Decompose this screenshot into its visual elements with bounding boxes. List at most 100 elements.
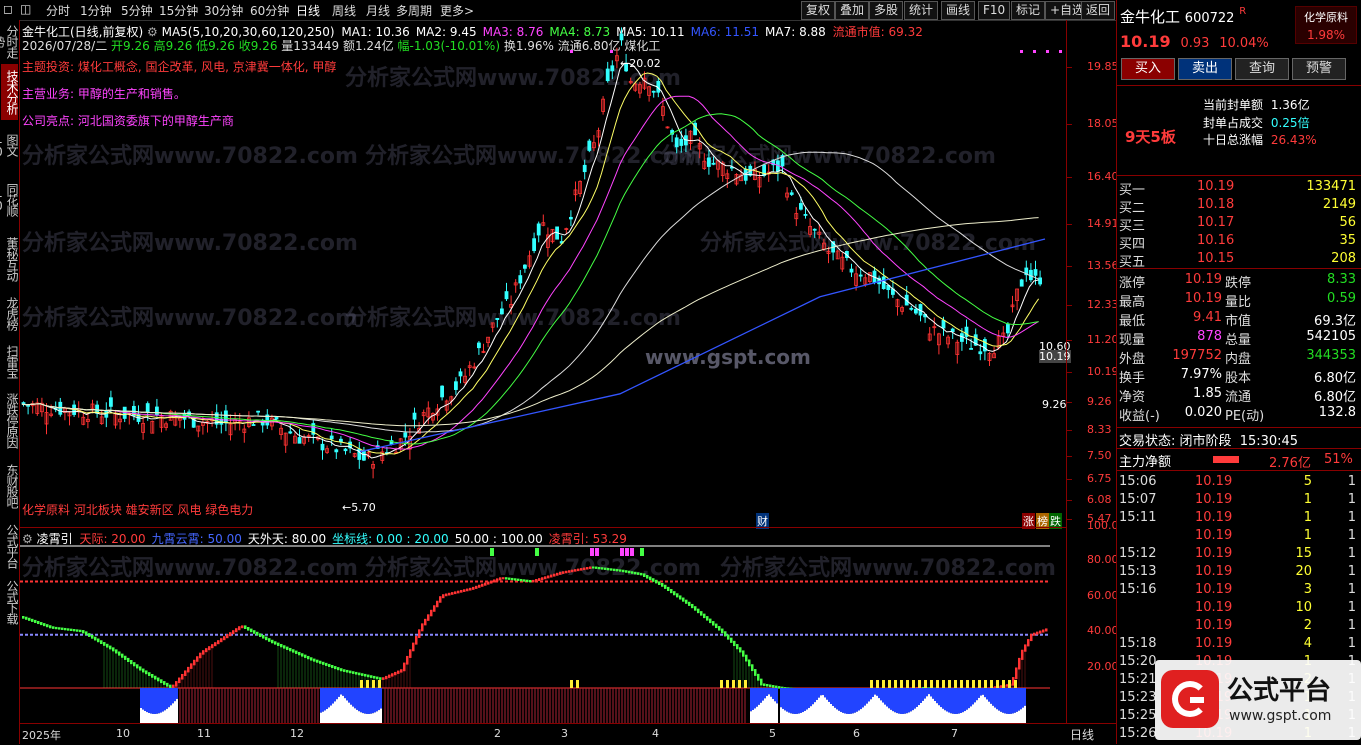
indicator-bar <box>235 628 238 633</box>
left-nav-item[interactable]: 涨跌停原因 <box>1 386 19 454</box>
white-bar <box>322 711 324 723</box>
left-nav-item[interactable]: 同花顺10 <box>0 170 19 228</box>
indicator-bar <box>610 568 613 571</box>
indicator-bar <box>511 577 514 581</box>
white-bar <box>164 710 166 723</box>
tick-price: 10.19 <box>1195 528 1233 543</box>
candlestick <box>398 437 403 452</box>
blue-bar <box>882 688 884 703</box>
white-bar <box>936 703 938 723</box>
blue-bar <box>762 688 764 701</box>
price-tick: 7.50 <box>1087 449 1112 462</box>
blue-bar <box>784 688 786 711</box>
period-tab[interactable]: 1分钟 <box>80 2 112 19</box>
left-nav-item[interactable]: 公式平台 <box>1 518 19 574</box>
toolbar-button[interactable]: 多股 <box>869 1 904 20</box>
sector-box[interactable]: 化学原料 1.98% <box>1295 6 1357 44</box>
blue-bar <box>750 688 752 712</box>
top-signal <box>490 548 494 556</box>
toolbar-button[interactable]: 返回 <box>1081 1 1116 20</box>
indicator-tick: 40.00 <box>1087 624 1119 637</box>
candlestick <box>550 228 555 244</box>
indicator-panel[interactable]: ⚙ 凌霄引 天际: 20.00 九霄云霄: 50.00 天外天: 80.00 坐标线:… <box>20 527 1066 724</box>
period-label[interactable]: 日线 <box>1070 726 1094 743</box>
indicator-bar <box>547 575 550 579</box>
toolbar-button[interactable]: 统计 <box>904 1 939 20</box>
orderbook-volume: 208 <box>1331 251 1356 266</box>
white-bar <box>970 706 972 723</box>
quote-panel: 金牛化工 600722 R 化学原料 1.98% 10.19 0.93 10.0… <box>1116 0 1361 744</box>
left-nav-item[interactable]: 分时走势 <box>0 20 19 62</box>
window-icon[interactable]: ◻ <box>3 2 13 16</box>
tick-price: 10.19 <box>1195 600 1233 615</box>
white-bar <box>850 713 852 723</box>
tick-row: 10.19 1 1 <box>1117 527 1361 545</box>
white-bar <box>872 696 874 723</box>
stat-label: 股本 <box>1225 371 1252 386</box>
candlestick <box>1038 270 1042 287</box>
trade-button[interactable]: 查询 <box>1235 58 1289 80</box>
left-nav: 分时走势技术分析图文10 同花顺10 董秘互动龙虎榜扫雷宝涨跌停原因东财股吧公式平台… <box>0 20 20 744</box>
indicator-bar <box>91 634 94 639</box>
indicator-bar <box>592 566 595 569</box>
blue-bar <box>854 688 856 713</box>
left-nav-item[interactable]: 东财股吧 <box>1 457 19 515</box>
blue-bar <box>146 688 148 713</box>
blue-bar <box>788 688 790 713</box>
white-bar <box>836 709 838 723</box>
toolbar-button[interactable]: 复权 <box>801 1 836 20</box>
stat-value: 132.8 <box>1318 405 1356 420</box>
blue-bar <box>764 688 766 699</box>
tick-price: 10.19 <box>1195 564 1233 579</box>
period-tab[interactable]: 分时 <box>46 2 70 19</box>
toolbar-button[interactable]: 标记 <box>1011 1 1046 20</box>
time-tick: 10 <box>116 727 130 740</box>
blue-bar <box>754 688 756 709</box>
tick-price: 10.19 <box>1195 474 1233 489</box>
menu-icon[interactable]: ◫ <box>20 2 31 16</box>
white-bar <box>804 710 806 723</box>
blue-bar <box>758 688 760 705</box>
tick-price: 10.19 <box>1195 510 1233 525</box>
period-tab[interactable]: 30分钟 <box>204 2 243 19</box>
candlestick <box>573 181 578 202</box>
white-bar <box>358 711 360 723</box>
blue-bar <box>760 688 762 703</box>
left-nav-item[interactable]: 董秘互动 <box>1 232 19 286</box>
period-tab[interactable]: 60分钟 <box>250 2 289 19</box>
period-tab[interactable]: 更多> <box>440 2 474 19</box>
period-tab[interactable]: 多周期 <box>396 2 432 19</box>
period-tab[interactable]: 周线 <box>332 2 356 19</box>
white-bar <box>144 710 146 723</box>
toolbar-button[interactable]: F10 <box>978 1 1011 20</box>
netflow-bar <box>1213 456 1239 463</box>
candlestick <box>909 305 914 311</box>
period-tab[interactable]: 日线 <box>296 2 320 19</box>
white-bar <box>772 699 774 723</box>
trade-button[interactable]: 预警 <box>1292 58 1346 80</box>
kline-chart[interactable]: 金牛化工(日线,前复权) ⚙ MA5(5,10,20,30,60,120,250… <box>20 20 1071 529</box>
blue-bar <box>932 688 934 699</box>
trade-button[interactable]: 卖出 <box>1178 58 1232 80</box>
white-bar <box>822 695 824 723</box>
left-nav-item[interactable]: 公式下载 <box>1 577 19 627</box>
blue-bar <box>840 688 842 712</box>
left-nav-item[interactable]: 技术分析 <box>1 64 19 120</box>
candlestick <box>849 263 854 278</box>
white-bar <box>882 702 884 723</box>
indicator-bar <box>22 616 25 619</box>
white-bar <box>806 709 808 723</box>
toolbar-button[interactable]: 叠加 <box>835 1 870 20</box>
indicator-bar <box>31 618 34 622</box>
period-tab[interactable]: 5分钟 <box>121 2 153 19</box>
period-tab[interactable]: 月线 <box>366 2 390 19</box>
toolbar-button[interactable]: 画线 <box>941 1 976 20</box>
divider <box>1117 268 1361 269</box>
left-nav-item[interactable]: 龙虎榜 <box>1 290 19 336</box>
period-tab[interactable]: 15分钟 <box>159 2 198 19</box>
trade-button[interactable]: 买入 <box>1121 58 1175 80</box>
left-nav-item[interactable]: 图文10 <box>0 123 19 167</box>
yellow-mark <box>1002 680 1005 688</box>
blue-bar <box>920 688 922 703</box>
left-nav-item[interactable]: 扫雷宝 <box>1 340 19 382</box>
